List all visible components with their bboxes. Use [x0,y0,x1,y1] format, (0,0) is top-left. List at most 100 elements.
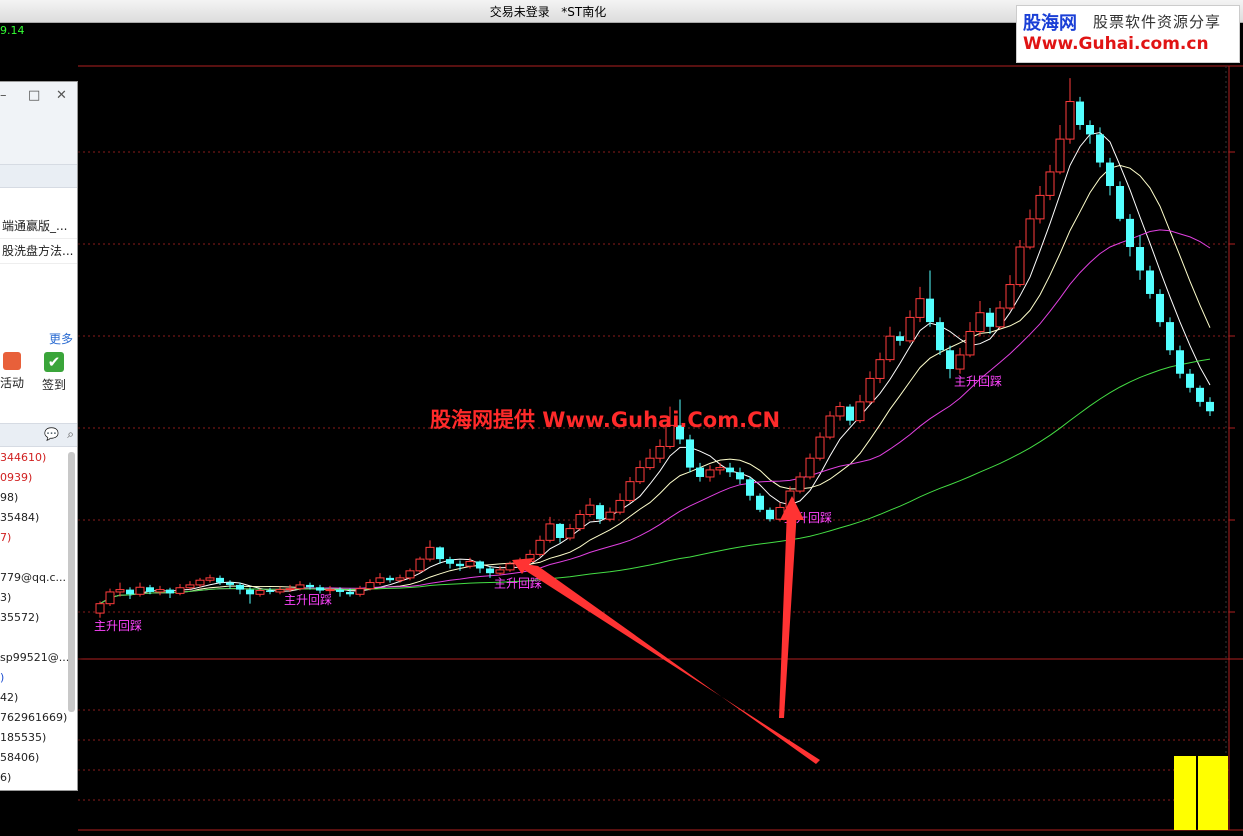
more-link[interactable]: 更多 [49,330,73,347]
activity-label: 活动 [0,376,25,390]
contact-item[interactable]: 0939) [0,468,77,488]
contact-item[interactable]: 779@qq.c... [0,568,77,588]
candle-body [1196,387,1204,402]
checkin-label: 签到 [42,378,67,392]
close-icon[interactable]: ✕ [56,88,67,103]
activity-button[interactable]: 活动 [0,352,24,391]
contact-item[interactable]: 344610) [0,448,77,468]
candle-body [625,481,635,501]
candle-body [246,589,254,595]
panel-toolbar [0,165,77,188]
candle-body [635,467,645,483]
minimize-icon[interactable]: – [0,88,7,103]
candle-body [946,350,954,370]
candle-body [386,577,394,581]
candle-body [295,584,305,590]
contact-item[interactable]: 58406) [0,748,77,768]
candle-body [1025,218,1035,248]
candle-body [146,587,154,592]
contact-item[interactable]: 6) [0,768,77,788]
candle-body [365,582,375,590]
checkin-button[interactable]: ✔ 签到 [42,352,66,393]
candle-body [1116,186,1124,219]
candle-body [415,558,425,572]
candle-body [975,312,985,332]
candle-body [346,591,354,595]
contact-item[interactable] [0,548,77,568]
contact-item[interactable] [0,628,77,648]
contact-item[interactable]: 185535) [0,728,77,748]
candle-body [825,415,835,438]
news-item[interactable]: 股洗盘方法... [0,239,77,264]
candle-body [266,590,274,592]
candle-body [686,439,694,468]
ma10-line [99,164,1211,605]
watermark-slogan: 股票软件资源分享 [1093,13,1222,31]
candle-body [795,476,805,492]
candle-body [236,584,244,590]
watermark-logo: 股海网 [1023,13,1077,34]
candle-body [905,316,915,342]
contact-item[interactable]: 98) [0,488,77,508]
candle-body [766,509,774,520]
candle-body [915,298,925,318]
candle-body [436,547,444,560]
candle-body [135,586,145,595]
contact-item[interactable]: 35484) [0,508,77,528]
contact-item[interactable]: 3) [0,588,77,608]
candle-body [255,590,265,595]
candle-body [596,505,604,520]
candle-body [205,577,215,581]
candle-body [115,589,125,593]
candle-body [1136,247,1144,271]
candle-body [306,584,314,588]
candle-body [465,560,475,567]
candle-body [476,561,484,569]
candle-body [986,312,994,327]
search-icon[interactable]: ⌕ [67,427,74,442]
contact-item[interactable]: ) [0,668,77,688]
candle-body [965,330,975,356]
candle-body [585,504,595,516]
chat-icon[interactable]: 💬 [44,427,59,441]
center-watermark: 股海网提供 Www.Guhai.Com.CN [430,408,781,432]
candle-body [1176,350,1184,374]
candle-body [495,569,505,574]
candle-body [185,584,195,589]
candle-body [505,563,515,571]
candle-body [1005,284,1015,309]
signal-label: 主升回踩 [954,375,1002,389]
volume-bar [1198,756,1228,830]
candle-body [1186,373,1194,388]
contact-item[interactable]: sp99521@... [0,648,77,668]
candle-body [1106,162,1114,187]
ma60-line [99,358,1211,605]
candle-body [1096,134,1104,163]
candle-body [1126,218,1134,248]
candle-body [216,577,224,583]
contact-item[interactable]: 762961669) [0,708,77,728]
scrollbar[interactable] [68,452,75,712]
candle-body [1156,293,1164,323]
contact-item[interactable]: 7) [0,528,77,548]
candle-body [1076,101,1084,126]
news-item[interactable]: 端通赢版_... [0,214,77,239]
contact-item[interactable]: 42) [0,688,77,708]
chat-panel[interactable]: – □ ✕ 端通赢版_... 股洗盘方法... 更多 活动 ✔ 签到 💬 ⌕ 3… [0,81,78,791]
candle-body [645,457,655,469]
contact-list-header: 💬 ⌕ [0,423,77,447]
maximize-icon[interactable]: □ [28,88,40,103]
candle-body [556,523,564,538]
candle-body [105,591,115,605]
candle-body [885,335,895,361]
candle-body [696,467,704,477]
candle-body [336,589,344,592]
candle-body [615,499,625,513]
contact-item[interactable]: 35572) [0,608,77,628]
candle-body [126,589,134,595]
candle-body [545,523,555,541]
candle-body [275,589,285,593]
candle-body [375,577,385,584]
candle-body [1166,322,1174,351]
signal-label: 主升回踩 [284,593,332,607]
